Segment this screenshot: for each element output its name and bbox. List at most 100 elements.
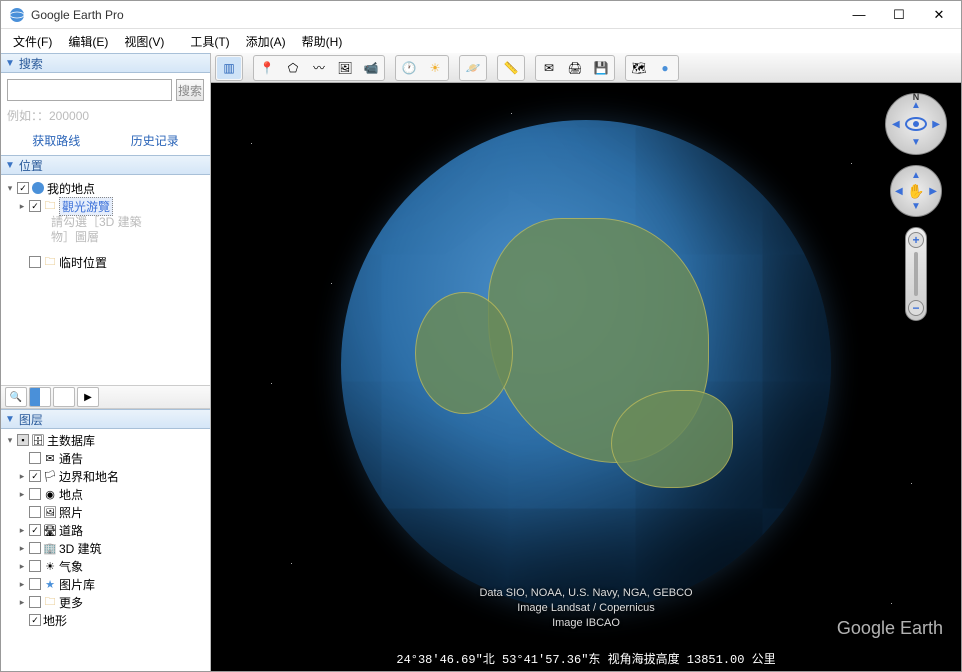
arrow-left-icon[interactable]: ◀: [895, 186, 903, 197]
search-input[interactable]: [7, 79, 172, 101]
menubar: 文件(F) 编辑(E) 视图(V) 工具(T) 添加(A) 帮助(H): [1, 29, 961, 53]
search-places-button[interactable]: 🔍: [5, 387, 27, 407]
expand-icon[interactable]: ▸: [17, 201, 27, 212]
zoom-slider[interactable]: [914, 252, 918, 296]
checkbox[interactable]: [29, 470, 41, 482]
main-view: ▥ 📍 ⬠ 〰 🖼 📹 🕐 ☀ 🪐 📏 ✉ 🖨 💾: [211, 53, 961, 671]
checkbox[interactable]: [29, 524, 41, 536]
expand-icon[interactable]: ▸: [17, 525, 27, 536]
compass-control[interactable]: N ▲ ▼ ◀ ▶: [885, 93, 947, 155]
layer-borders[interactable]: ▸ 🏳 边界和地名: [3, 467, 208, 485]
layer-roads[interactable]: ▸ 🛣 道路: [3, 521, 208, 539]
layer-terrain[interactable]: 地形: [3, 611, 208, 629]
checkbox[interactable]: [17, 182, 29, 194]
minimize-button[interactable]: ―: [839, 1, 879, 29]
sign-in-button[interactable]: ●: [653, 57, 677, 79]
folder-icon: 🗀: [43, 255, 57, 269]
history-button[interactable]: 🕐: [397, 57, 421, 79]
view-button-2[interactable]: [53, 387, 75, 407]
arrow-right-icon[interactable]: ▶: [929, 186, 937, 197]
expand-icon[interactable]: ▸: [17, 597, 27, 608]
ruler-button[interactable]: 📏: [499, 57, 523, 79]
layer-photos[interactable]: 🖼 照片: [3, 503, 208, 521]
checkbox[interactable]: [29, 452, 41, 464]
places-temp[interactable]: 🗀 临时位置: [3, 253, 208, 271]
layer-primary-db[interactable]: ▾ ▪ 🗄 主数据库: [3, 431, 208, 449]
item-label: 边界和地名: [59, 468, 119, 485]
sidebar: ▼ 搜索 搜索 例如：：200000 获取路线 历史记录 ▼ 位置 ▾ 我的地点: [1, 53, 211, 671]
sunlight-button[interactable]: ☀: [423, 57, 447, 79]
layer-more[interactable]: ▸ 🗀 更多: [3, 593, 208, 611]
record-tour-button[interactable]: 📹: [359, 57, 383, 79]
layer-gallery[interactable]: ▸ ★ 图片库: [3, 575, 208, 593]
view-button-1[interactable]: [29, 387, 51, 407]
checkbox[interactable]: [29, 506, 41, 518]
menu-tools[interactable]: 工具(T): [182, 31, 237, 52]
add-image-overlay-button[interactable]: 🖼: [333, 57, 357, 79]
menu-file[interactable]: 文件(F): [5, 31, 60, 52]
close-button[interactable]: ✕: [919, 1, 959, 29]
add-path-button[interactable]: 〰: [307, 57, 331, 79]
checkbox[interactable]: [29, 542, 41, 554]
view-in-maps-button[interactable]: 🗺: [627, 57, 651, 79]
arrow-right-icon[interactable]: ▶: [932, 119, 940, 130]
checkbox[interactable]: [29, 614, 41, 626]
menu-view[interactable]: 视图(V): [116, 31, 172, 52]
checkbox[interactable]: [29, 488, 41, 500]
expand-icon[interactable]: ▸: [17, 489, 27, 500]
hand-icon[interactable]: ✋: [907, 183, 924, 200]
search-button[interactable]: 搜索: [176, 79, 204, 101]
layer-places[interactable]: ▸ ◉ 地点: [3, 485, 208, 503]
checkbox[interactable]: [29, 256, 41, 268]
places-my-places[interactable]: ▾ 我的地点: [3, 179, 208, 197]
expand-icon[interactable]: ▾: [5, 183, 15, 194]
arrow-up-icon[interactable]: ▲: [911, 170, 921, 181]
layer-announcements[interactable]: ✉ 通告: [3, 449, 208, 467]
places-toolbar: 🔍 ▶: [1, 385, 210, 409]
arrow-up-icon[interactable]: ▲: [911, 100, 921, 111]
arrow-down-icon[interactable]: ▼: [911, 137, 921, 148]
checkbox[interactable]: [29, 560, 41, 572]
history-link[interactable]: 历史记录: [131, 132, 179, 149]
expand-icon[interactable]: ▸: [17, 579, 27, 590]
photo-icon: 🖼: [43, 505, 57, 519]
arrow-left-icon[interactable]: ◀: [892, 119, 900, 130]
view-button-3[interactable]: ▶: [77, 387, 99, 407]
email-button[interactable]: ✉: [537, 57, 561, 79]
eye-icon[interactable]: [905, 117, 927, 131]
menu-add[interactable]: 添加(A): [238, 31, 294, 52]
app-icon: [9, 7, 25, 23]
checkbox[interactable]: [29, 200, 41, 212]
add-polygon-button[interactable]: ⬠: [281, 57, 305, 79]
places-sightseeing[interactable]: ▸ 🗀 觀光游覽: [3, 197, 208, 215]
print-button[interactable]: 🖨: [563, 57, 587, 79]
arrow-down-icon[interactable]: ▼: [911, 201, 921, 212]
globe[interactable]: [341, 120, 831, 610]
checkbox[interactable]: [29, 596, 41, 608]
layer-weather[interactable]: ▸ ☀ 气象: [3, 557, 208, 575]
planets-button[interactable]: 🪐: [461, 57, 485, 79]
search-panel-header[interactable]: ▼ 搜索: [1, 53, 210, 73]
maximize-button[interactable]: ☐: [879, 1, 919, 29]
add-placemark-button[interactable]: 📍: [255, 57, 279, 79]
earth-viewport[interactable]: Data SIO, NOAA, U.S. Navy, NGA, GEBCO Im…: [211, 83, 961, 671]
zoom-out-button[interactable]: −: [908, 300, 924, 316]
zoom-control[interactable]: + −: [905, 227, 927, 321]
expand-icon[interactable]: ▸: [17, 471, 27, 482]
toggle-sidebar-button[interactable]: ▥: [217, 57, 241, 79]
save-image-button[interactable]: 💾: [589, 57, 613, 79]
expand-icon[interactable]: ▸: [17, 561, 27, 572]
menu-edit[interactable]: 编辑(E): [60, 31, 116, 52]
expand-icon[interactable]: ▸: [17, 543, 27, 554]
expand-icon[interactable]: ▾: [5, 435, 15, 446]
menu-help[interactable]: 帮助(H): [294, 31, 351, 52]
layers-panel-header[interactable]: ▼ 图层: [1, 409, 210, 429]
places-panel-header[interactable]: ▼ 位置: [1, 155, 210, 175]
get-directions-link[interactable]: 获取路线: [32, 132, 80, 149]
checkbox[interactable]: ▪: [17, 434, 29, 446]
zoom-in-button[interactable]: +: [908, 232, 924, 248]
checkbox[interactable]: [29, 578, 41, 590]
item-label: 气象: [59, 558, 83, 575]
layer-3d-buildings[interactable]: ▸ 🏢 3D 建筑: [3, 539, 208, 557]
pan-control[interactable]: ▲ ▼ ◀ ▶ ✋: [890, 165, 942, 217]
